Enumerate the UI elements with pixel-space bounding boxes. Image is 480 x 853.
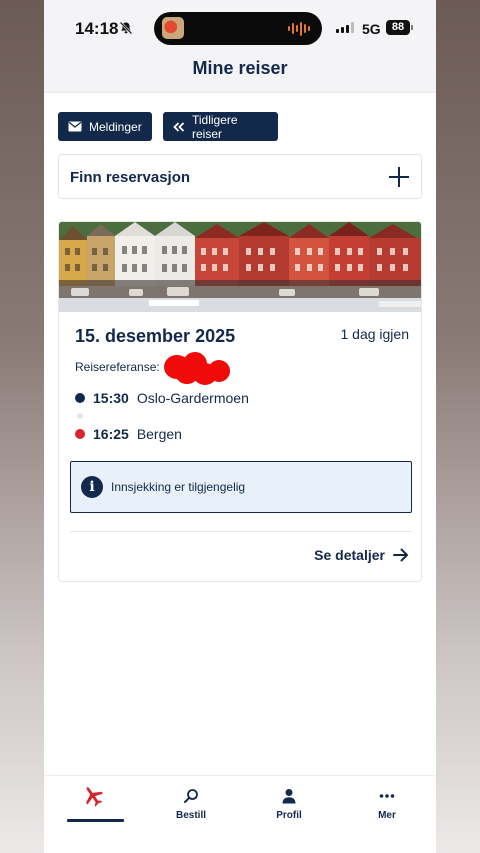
departure-time: 15:30 <box>93 390 129 406</box>
envelope-icon <box>68 121 82 132</box>
main-content: Meldinger Tidligere reiser Finn reservas… <box>44 93 436 775</box>
arrow-right-icon <box>393 548 408 562</box>
more-icon <box>379 794 395 798</box>
person-icon <box>282 789 296 804</box>
arrival-time: 16:25 <box>93 426 129 442</box>
arrival-airport: Bergen <box>136 426 182 442</box>
bottom-tab-bar: Bestill Profil Mer <box>44 775 436 853</box>
find-reservation-row[interactable]: Finn reservasjon <box>58 154 422 199</box>
tab-my-trips[interactable] <box>44 784 142 810</box>
messages-button[interactable]: Meldinger <box>58 112 152 141</box>
battery-level: 88 <box>386 20 410 35</box>
tab-book[interactable]: Bestill <box>142 784 240 821</box>
audio-waveform-icon <box>288 21 310 36</box>
double-chevron-left-icon <box>173 121 185 132</box>
see-details-link[interactable]: Se detaljer <box>314 547 409 563</box>
plus-icon[interactable] <box>388 166 410 188</box>
search-icon <box>184 789 198 803</box>
trip-date: 15. desember 2025 <box>75 326 236 346</box>
now-playing-artwork <box>162 17 184 39</box>
route-connector <box>77 413 83 419</box>
tab-profile[interactable]: Profil <box>240 784 338 821</box>
tab-more[interactable]: Mer <box>338 784 436 821</box>
network-type: 5G <box>362 21 381 37</box>
departure-dot-icon <box>75 393 85 403</box>
messages-label: Meldinger <box>89 119 142 134</box>
status-time: 14:18 <box>75 19 119 38</box>
destination-photo <box>59 222 421 312</box>
find-reservation-label: Finn reservasjon <box>70 169 191 186</box>
status-bar: 14:18 5G 88 <box>44 0 436 58</box>
tab-profile-label: Profil <box>276 810 302 821</box>
tab-book-label: Bestill <box>175 810 206 821</box>
phone-screen: 14:18 5G 88 Mine reiser Meldinger Tidlig… <box>44 0 436 853</box>
cellular-signal-icon <box>336 22 354 33</box>
arrival-leg: 16:25 Bergen <box>75 425 182 443</box>
checkin-notice-text: Innsjekking er tilgjengelig <box>111 480 246 494</box>
tab-more-label: Mer <box>378 810 396 821</box>
reference-label: Reisereferanse: <box>75 360 160 374</box>
departure-airport: Oslo-Gardermoen <box>136 390 249 406</box>
bell-muted-icon <box>119 21 133 35</box>
redaction-scribble <box>164 352 230 385</box>
previous-trips-button[interactable]: Tidligere reiser <box>163 112 278 141</box>
arrival-dot-icon <box>75 429 85 439</box>
checkin-notice[interactable]: i Innsjekking er tilgjengelig <box>70 461 412 513</box>
dynamic-island[interactable] <box>154 12 322 45</box>
see-details-label: Se detaljer <box>314 547 385 563</box>
previous-trips-label: Tidligere reiser <box>192 112 238 141</box>
days-left: 1 dag igjen <box>340 326 409 342</box>
card-divider <box>70 531 412 532</box>
trip-card[interactable]: 15. desember 2025 1 dag igjen Reiserefer… <box>58 221 422 582</box>
battery-icon <box>411 25 413 30</box>
page-title: Mine reiser <box>192 58 288 78</box>
plane-icon <box>86 787 103 807</box>
departure-leg: 15:30 Oslo-Gardermoen <box>75 389 249 407</box>
active-tab-indicator <box>67 819 124 822</box>
info-icon: i <box>81 476 103 498</box>
